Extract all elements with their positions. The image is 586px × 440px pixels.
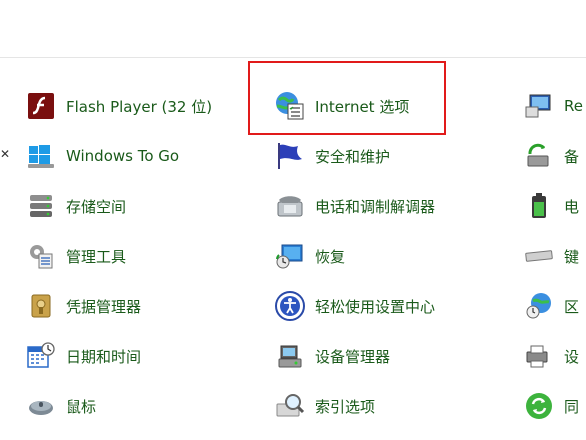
credential-manager-icon [24, 290, 58, 322]
highlight-box [248, 61, 446, 135]
region-icon [522, 290, 556, 322]
power-options-icon [522, 190, 556, 222]
item-label: 电 [564, 197, 580, 216]
item-label: 设 [564, 347, 580, 366]
item-storage-spaces[interactable]: 存储空间 [24, 190, 126, 222]
item-backup[interactable]: 备 [522, 140, 579, 172]
item-label: 键 [564, 247, 580, 266]
devices-printers-icon [522, 340, 556, 372]
item-date-time[interactable]: 日期和时间 [24, 340, 141, 372]
item-devices-printers[interactable]: 设 [522, 340, 579, 372]
windows-to-go-icon [24, 140, 58, 172]
item-label: 存储空间 [66, 197, 127, 216]
backup-icon [522, 140, 556, 172]
storage-spaces-icon [24, 190, 58, 222]
item-label: 轻松使用设置中心 [315, 297, 436, 316]
item-label: 设备管理器 [315, 347, 391, 366]
recovery-icon [273, 240, 307, 272]
item-admin-tools[interactable]: 管理工具 [24, 240, 126, 272]
item-label: 安全和维护 [315, 147, 391, 166]
keyboard-icon [522, 240, 556, 272]
item-credential-manager[interactable]: 凭据管理器 [24, 290, 141, 322]
item-sync-center[interactable]: 同 [522, 390, 579, 422]
item-label: 恢复 [315, 247, 346, 266]
item-flash-player[interactable]: Flash Player (32 位) [24, 90, 212, 122]
item-remote-app[interactable]: Re [522, 90, 583, 122]
item-mouse[interactable]: 鼠标 [24, 390, 96, 422]
security-maintenance-icon [273, 140, 307, 172]
item-label: 索引选项 [315, 397, 376, 416]
item-indexing-options[interactable]: 索引选项 [273, 390, 375, 422]
item-label: Windows To Go [66, 147, 180, 165]
item-region[interactable]: 区 [522, 290, 579, 322]
item-security-maintenance[interactable]: 安全和维护 [273, 140, 390, 172]
item-ease-of-access[interactable]: 轻松使用设置中心 [273, 290, 435, 322]
ease-of-access-icon [273, 290, 307, 322]
mouse-icon [24, 390, 58, 422]
partial-edge-icon: ✕ [0, 147, 11, 161]
phone-modem-icon [273, 190, 307, 222]
item-recovery[interactable]: 恢复 [273, 240, 345, 272]
item-label: Flash Player (32 位) [66, 97, 213, 116]
item-keyboard[interactable]: 键 [522, 240, 579, 272]
remote-app-icon [522, 90, 556, 122]
sync-center-icon [522, 390, 556, 422]
item-power-options[interactable]: 电 [522, 190, 579, 222]
indexing-options-icon [273, 390, 307, 422]
date-time-icon [24, 340, 58, 372]
item-label: 管理工具 [66, 247, 127, 266]
flash-player-icon [24, 90, 58, 122]
item-label: 电话和调制解调器 [315, 197, 436, 216]
item-label: 日期和时间 [66, 347, 142, 366]
item-label: 凭据管理器 [66, 297, 142, 316]
item-label: 鼠标 [66, 397, 97, 416]
header-divider [0, 57, 586, 58]
item-windows-to-go[interactable]: Windows To Go [24, 140, 179, 172]
item-label: Re [564, 97, 583, 115]
admin-tools-icon [24, 240, 58, 272]
item-label: 同 [564, 397, 580, 416]
item-phone-modem[interactable]: 电话和调制解调器 [273, 190, 435, 222]
device-manager-icon [273, 340, 307, 372]
item-label: 备 [564, 147, 580, 166]
item-device-manager[interactable]: 设备管理器 [273, 340, 390, 372]
item-label: 区 [564, 297, 580, 316]
